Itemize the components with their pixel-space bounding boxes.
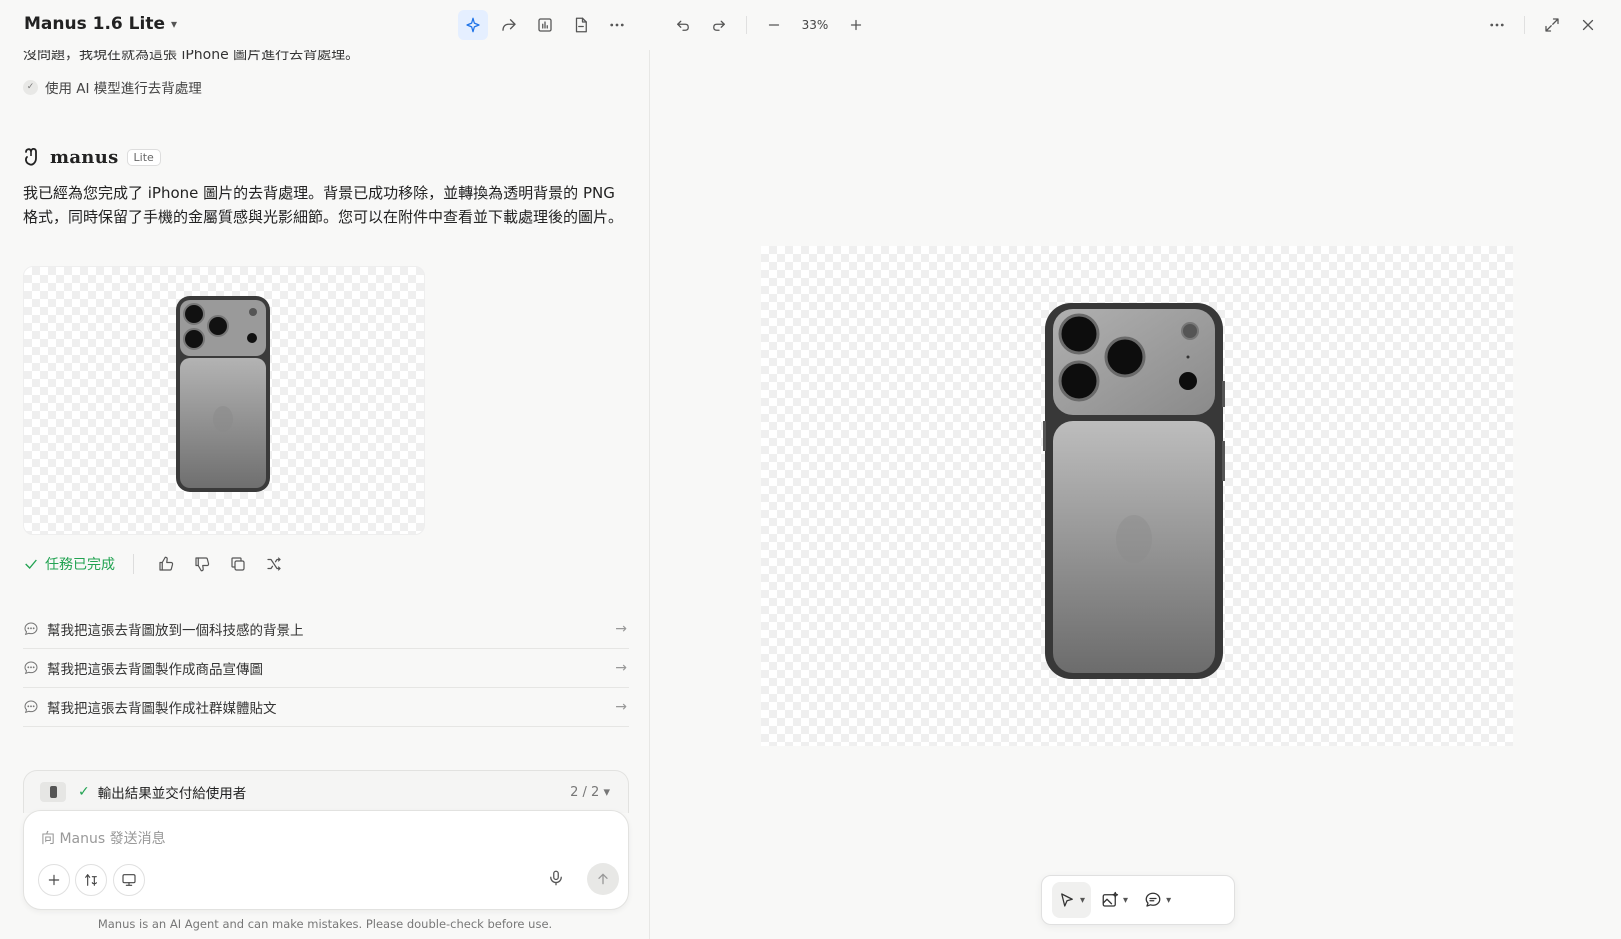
divider xyxy=(746,16,747,34)
model-selector[interactable]: Manus 1.6 Lite ▾ xyxy=(24,14,177,34)
task-counter[interactable]: 2 / 2 ▾ xyxy=(570,785,610,800)
zoom-in-icon[interactable] xyxy=(841,10,871,40)
arrow-right-icon: → xyxy=(615,699,627,715)
divider xyxy=(1524,16,1525,34)
close-icon[interactable] xyxy=(1573,10,1603,40)
step-label: 使用 AI 模型進行去背處理 xyxy=(45,81,202,97)
viewer-toolbar: 33% xyxy=(668,10,871,40)
sparkle-icon[interactable] xyxy=(458,10,488,40)
shuffle-icon[interactable] xyxy=(256,555,292,573)
agent-message: 我已經為您完成了 iPhone 圖片的去背處理。背景已成功移除，並轉換為透明背景… xyxy=(23,184,624,226)
chat-bubble-icon xyxy=(24,622,38,636)
select-tool-button[interactable]: ▾ xyxy=(1052,882,1092,918)
image-sparkle-icon xyxy=(1102,891,1119,907)
chevron-down-icon: ▾ xyxy=(1166,894,1172,906)
monitor-icon[interactable] xyxy=(113,864,145,896)
comment-icon xyxy=(1145,892,1161,907)
expand-icon[interactable] xyxy=(1537,10,1567,40)
chat-bubble-icon xyxy=(24,700,38,714)
image-viewer: 33% ▾ ▾ ▾ xyxy=(650,0,1621,939)
task-status: 任務已完成 xyxy=(23,554,115,574)
file-icon[interactable] xyxy=(566,10,596,40)
suggestion-item[interactable]: 幫我把這張去背圖製作成商品宣傳圖 → xyxy=(23,649,629,688)
check-icon: ✓ xyxy=(78,784,90,800)
suggestion-label: 幫我把這張去背圖製作成商品宣傳圖 xyxy=(47,662,263,678)
divider xyxy=(133,554,134,574)
task-status-label: 任務已完成 xyxy=(45,557,115,573)
task-progress-bar[interactable]: ✓ 輸出結果並交付給使用者 2 / 2 ▾ xyxy=(23,770,629,813)
canvas-tools: ▾ ▾ ▾ xyxy=(1041,875,1235,925)
iphone-image xyxy=(176,296,270,492)
share-icon[interactable] xyxy=(494,10,524,40)
check-icon: ✓ xyxy=(23,79,38,95)
more-icon[interactable] xyxy=(602,10,632,40)
viewer-window-controls xyxy=(1482,10,1603,40)
send-button[interactable] xyxy=(587,863,619,895)
message-composer: 向 Manus 發送消息 xyxy=(23,810,629,910)
arrow-right-icon: → xyxy=(615,660,627,676)
tools-icon[interactable] xyxy=(75,864,107,896)
plan-badge: Lite xyxy=(126,148,161,166)
chat-panel: 沒問題，我現在就為這張 iPhone 圖片進行去背處理。 Manus 1.6 L… xyxy=(0,0,650,939)
task-label: 輸出結果並交付給使用者 xyxy=(97,786,247,802)
image-canvas[interactable] xyxy=(761,246,1513,746)
result-image-thumbnail[interactable] xyxy=(23,266,425,535)
agent-header: manus Lite xyxy=(22,146,161,168)
arrow-right-icon: → xyxy=(615,621,627,637)
suggestion-item[interactable]: 幫我把這張去背圖放到一個科技感的背景上 → xyxy=(23,610,629,649)
disclaimer-text: Manus is an AI Agent and can make mistak… xyxy=(97,917,553,931)
check-icon xyxy=(25,559,37,569)
manus-logo-icon xyxy=(25,147,37,166)
comment-tool-button[interactable]: ▾ xyxy=(1138,882,1177,918)
chart-icon[interactable] xyxy=(530,10,560,40)
zoom-level: 33% xyxy=(801,18,829,32)
iphone-image xyxy=(1043,303,1225,679)
copy-icon[interactable] xyxy=(220,555,256,573)
arrow-up-icon xyxy=(598,873,608,885)
suggestion-list: 幫我把這張去背圖放到一個科技感的背景上 → 幫我把這張去背圖製作成商品宣傳圖 →… xyxy=(23,610,629,727)
message-input[interactable]: 向 Manus 發送消息 xyxy=(41,828,166,848)
redo-icon[interactable] xyxy=(704,10,734,40)
image-edit-tool-button[interactable]: ▾ xyxy=(1095,882,1134,918)
suggestion-item[interactable]: 幫我把這張去背圖製作成社群媒體貼文 → xyxy=(23,688,629,727)
agent-name: manus xyxy=(50,146,119,168)
chat-header: Manus 1.6 Lite ▾ xyxy=(0,0,650,50)
step-item: ✓ 使用 AI 模型進行去背處理 xyxy=(23,77,202,97)
chevron-down-icon: ▾ xyxy=(1123,894,1129,906)
undo-icon[interactable] xyxy=(668,10,698,40)
suggestion-label: 幫我把這張去背圖放到一個科技感的背景上 xyxy=(47,623,304,639)
message-actions: 任務已完成 xyxy=(23,552,292,576)
add-icon[interactable] xyxy=(38,864,70,896)
more-icon[interactable] xyxy=(1482,10,1512,40)
chevron-down-icon: ▾ xyxy=(1080,894,1086,906)
microphone-icon[interactable] xyxy=(547,869,565,891)
zoom-out-icon[interactable] xyxy=(759,10,789,40)
thumbs-up-icon[interactable] xyxy=(148,555,184,573)
chevron-down-icon: ▾ xyxy=(170,17,178,31)
suggestion-label: 幫我把這張去背圖製作成社群媒體貼文 xyxy=(47,701,277,717)
cursor-icon xyxy=(1061,893,1073,907)
chat-bubble-icon xyxy=(24,661,38,675)
thumbs-down-icon[interactable] xyxy=(184,555,220,573)
app-title: Manus 1.6 Lite xyxy=(24,14,165,34)
phone-thumbnail-icon xyxy=(40,782,66,802)
